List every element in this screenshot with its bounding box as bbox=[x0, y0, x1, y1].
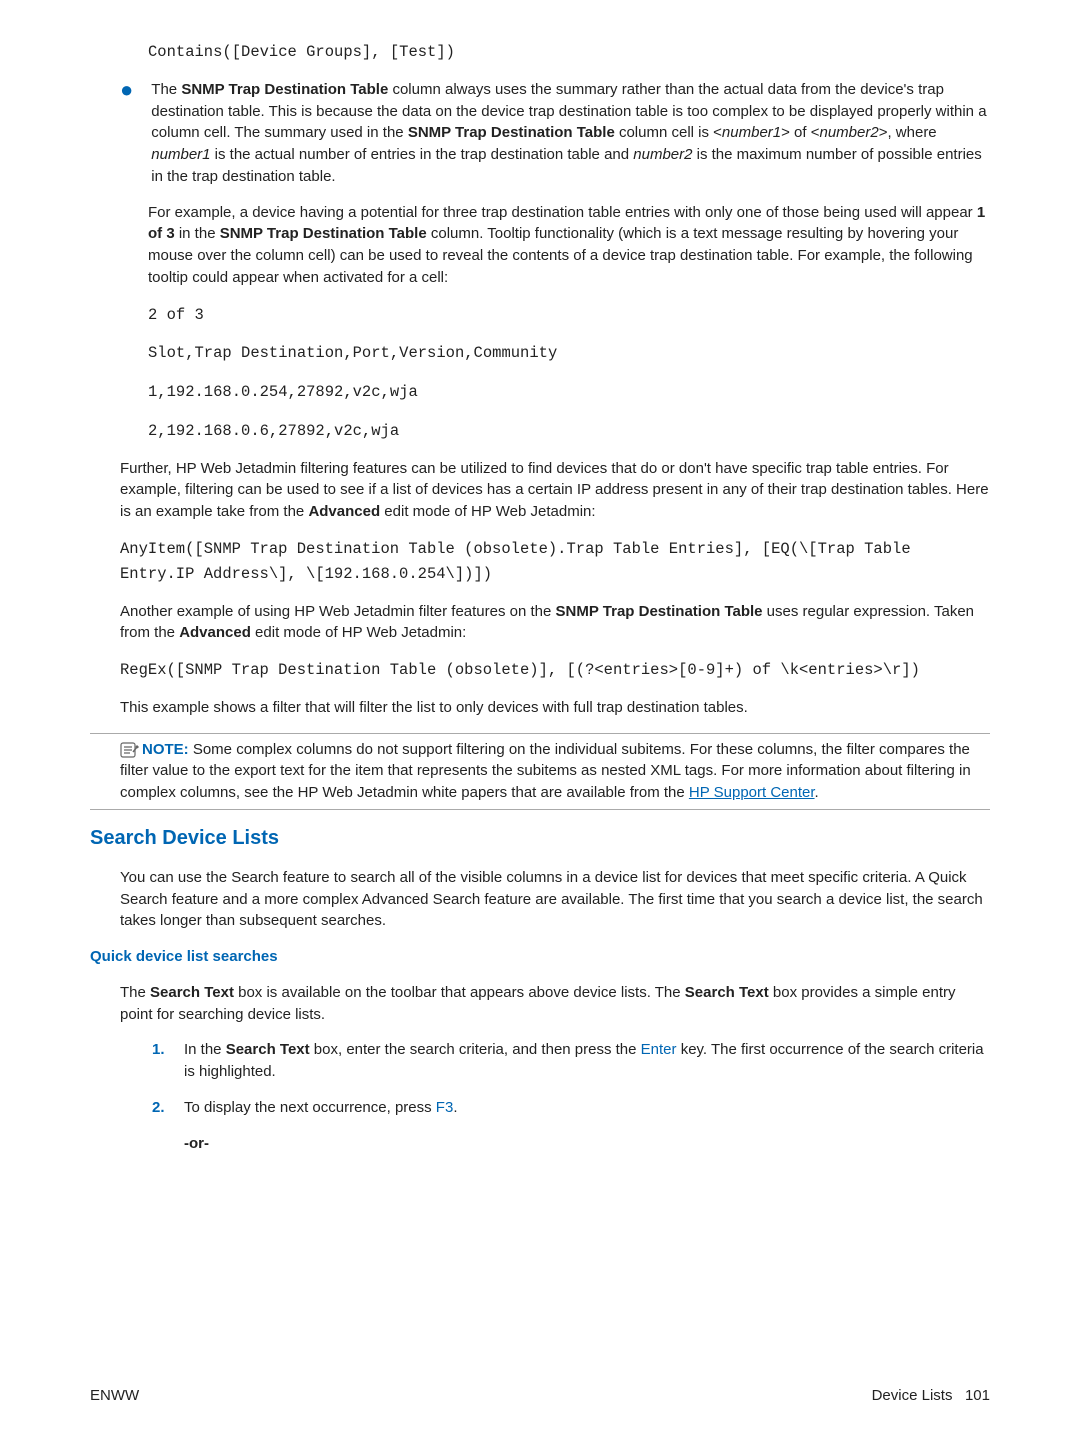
step-2: 2. To display the next occurrence, press… bbox=[152, 1097, 990, 1119]
heading-quick-search: Quick device list searches bbox=[90, 946, 990, 968]
bullet-snmp: ● The SNMP Trap Destination Table column… bbox=[90, 79, 990, 188]
bullet-dot-icon: ● bbox=[120, 79, 133, 188]
code-tooltip-4: 2,192.168.0.6,27892,v2c,wja bbox=[90, 419, 990, 444]
paragraph-another: Another example of using HP Web Jetadmin… bbox=[90, 601, 990, 645]
code-anyitem: AnyItem([SNMP Trap Destination Table (ob… bbox=[90, 537, 990, 587]
bullet-paragraph-1: The SNMP Trap Destination Table column a… bbox=[151, 79, 990, 188]
code-tooltip-3: 1,192.168.0.254,27892,v2c,wja bbox=[90, 380, 990, 405]
paragraph-quick: The Search Text box is available on the … bbox=[90, 982, 990, 1026]
paragraph-example: This example shows a filter that will fi… bbox=[90, 697, 990, 719]
code-tooltip-1: 2 of 3 bbox=[90, 303, 990, 328]
note-box: NOTE: Some complex columns do not suppor… bbox=[90, 733, 990, 810]
code-tooltip-2: Slot,Trap Destination,Port,Version,Commu… bbox=[90, 341, 990, 366]
footer-left: ENWW bbox=[90, 1385, 139, 1407]
footer-right: Device Lists 101 bbox=[872, 1385, 990, 1407]
step-number-2: 2. bbox=[152, 1097, 184, 1119]
code-contains: Contains([Device Groups], [Test]) bbox=[90, 40, 990, 65]
page-footer: ENWW Device Lists 101 bbox=[90, 1385, 990, 1407]
hp-support-link[interactable]: HP Support Center bbox=[689, 784, 815, 801]
paragraph-search: You can use the Search feature to search… bbox=[90, 867, 990, 932]
code-regex: RegEx([SNMP Trap Destination Table (obso… bbox=[90, 658, 990, 683]
step-or: -or- bbox=[90, 1133, 990, 1155]
paragraph-further: Further, HP Web Jetadmin filtering featu… bbox=[90, 458, 990, 523]
bullet-paragraph-2: For example, a device having a potential… bbox=[90, 202, 990, 289]
note-label: NOTE: bbox=[142, 741, 189, 758]
step-1: 1. In the Search Text box, enter the sea… bbox=[152, 1039, 990, 1083]
ordered-list: 1. In the Search Text box, enter the sea… bbox=[90, 1039, 990, 1118]
note-icon bbox=[120, 741, 140, 759]
note-text: Some complex columns do not support filt… bbox=[120, 741, 971, 802]
step-number-1: 1. bbox=[152, 1039, 184, 1083]
heading-search-device-lists: Search Device Lists bbox=[90, 824, 990, 853]
